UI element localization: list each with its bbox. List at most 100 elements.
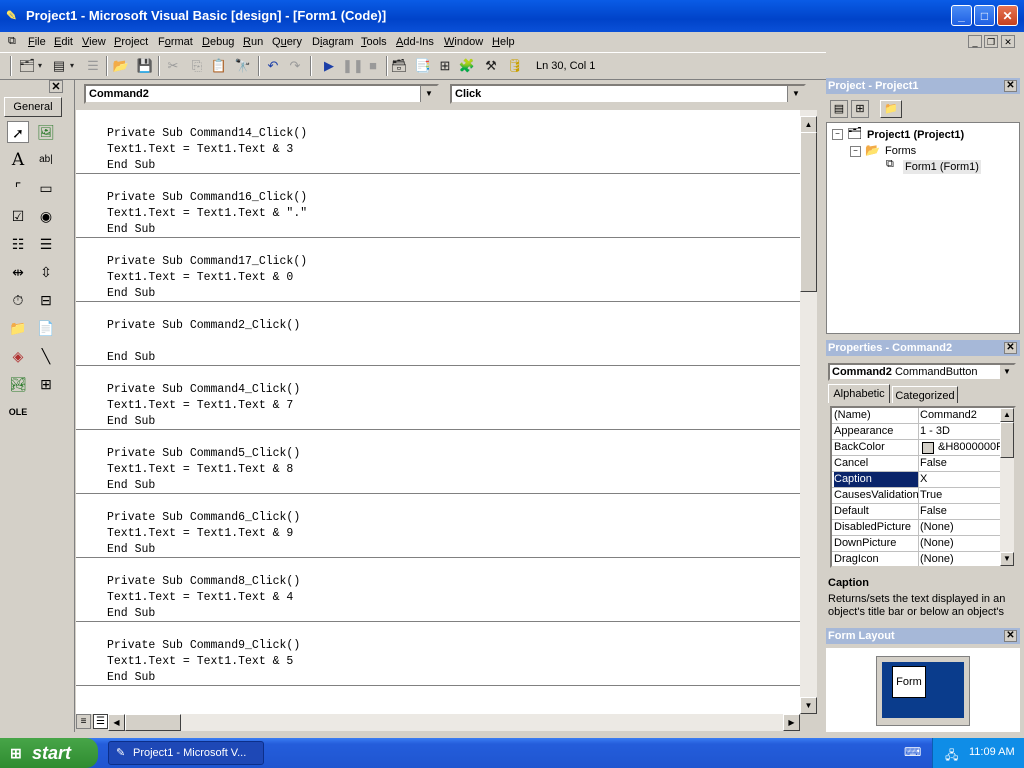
start-button[interactable]: ⊞ start bbox=[0, 738, 98, 768]
toolbar-grip[interactable] bbox=[10, 56, 12, 76]
property-row[interactable]: Caption X bbox=[832, 472, 1000, 488]
code-line[interactable]: Private Sub Command2_Click() bbox=[107, 318, 300, 334]
label-tool-icon[interactable]: A bbox=[7, 149, 29, 171]
full-module-view-icon[interactable]: ☰ bbox=[93, 714, 108, 729]
property-value[interactable]: (None) bbox=[920, 552, 1000, 566]
project-tree[interactable]: − 🗂 Project1 (Project1) − 📂 Forms ⧉ Form… bbox=[826, 122, 1020, 334]
listbox-tool-icon[interactable]: ☰ bbox=[35, 233, 57, 255]
menu-add-ins[interactable]: Add-Ins bbox=[396, 35, 434, 49]
menu-file[interactable]: File bbox=[28, 35, 46, 49]
property-name[interactable]: CausesValidation bbox=[834, 488, 919, 503]
form-layout-window-icon[interactable]: ⊞ bbox=[436, 57, 454, 75]
menu-query[interactable]: Query bbox=[272, 35, 302, 49]
image-tool-icon[interactable]: 🏞 bbox=[7, 373, 29, 395]
property-name[interactable]: Caption bbox=[834, 472, 919, 487]
add-project-dropdown-icon[interactable]: ▾ bbox=[36, 57, 44, 75]
code-procedure[interactable]: Private Sub Command5_Click() Text1.Text =… bbox=[76, 430, 800, 494]
code-line[interactable]: End Sub bbox=[107, 158, 155, 174]
code-line[interactable]: Text1.Text = Text1.Text & 9 bbox=[107, 526, 293, 542]
code-line[interactable]: End Sub bbox=[107, 670, 155, 686]
chevron-down-icon[interactable]: ▼ bbox=[787, 86, 804, 102]
form-layout-close-button[interactable]: ✕ bbox=[1004, 630, 1017, 642]
scroll-down-icon[interactable]: ▼ bbox=[800, 697, 817, 714]
property-name[interactable]: (Name) bbox=[834, 408, 919, 423]
code-procedure[interactable]: Private Sub Command2_Click() End Sub bbox=[76, 302, 800, 366]
scroll-thumb[interactable] bbox=[1000, 422, 1014, 458]
hscroll-thumb[interactable] bbox=[125, 714, 181, 731]
property-row[interactable]: Appearance 1 - 3D bbox=[832, 424, 1000, 440]
vscrollbar-tool-icon[interactable]: ⇳ bbox=[35, 261, 57, 283]
line-tool-icon[interactable]: ╲ bbox=[35, 345, 57, 367]
property-value[interactable]: &H8000000F bbox=[920, 440, 1000, 455]
redo-icon[interactable]: ↷ bbox=[286, 57, 304, 75]
property-name[interactable]: Cancel bbox=[834, 456, 919, 471]
keyboard-icon[interactable]: ⌨ bbox=[904, 745, 921, 759]
code-procedure[interactable]: Private Sub Command14_Click() Text1.Text … bbox=[76, 110, 800, 174]
code-line[interactable]: Text1.Text = Text1.Text & 3 bbox=[107, 142, 293, 158]
properties-grid[interactable]: (Name) Command2 Appearance 1 - 3D BackColor &… bbox=[830, 406, 1016, 568]
menu-project[interactable]: Project bbox=[114, 35, 148, 49]
properties-object-combobox[interactable]: Command2 CommandButton ▼ bbox=[828, 363, 1016, 381]
view-object-icon[interactable]: ⊞ bbox=[851, 100, 869, 118]
code-procedure[interactable]: Private Sub Command6_Click() Text1.Text =… bbox=[76, 494, 800, 558]
code-line[interactable]: Text1.Text = Text1.Text & 4 bbox=[107, 590, 293, 606]
paste-icon[interactable]: 📋 bbox=[210, 57, 228, 75]
mdi-close-button[interactable]: ✕ bbox=[1001, 35, 1015, 48]
pointer-tool-icon[interactable]: ➚ bbox=[7, 121, 29, 143]
code-line[interactable]: Private Sub Command4_Click() bbox=[107, 382, 300, 398]
scroll-thumb[interactable] bbox=[800, 132, 817, 292]
add-project-icon[interactable]: 🗂 bbox=[18, 57, 36, 75]
toolbox-general-tab[interactable]: General bbox=[4, 97, 62, 117]
chevron-down-icon[interactable]: ▼ bbox=[420, 86, 437, 102]
code-line[interactable]: Text1.Text = Text1.Text & "." bbox=[107, 206, 307, 222]
properties-window-icon[interactable]: 📑 bbox=[414, 57, 432, 75]
code-line[interactable]: Private Sub Command6_Click() bbox=[107, 510, 300, 526]
property-row[interactable]: CausesValidation True bbox=[832, 488, 1000, 504]
menu-tools[interactable]: Tools bbox=[361, 35, 387, 49]
title-bar[interactable]: ✎ Project1 - Microsoft Visual Basic [des… bbox=[0, 0, 1024, 32]
code-line[interactable]: End Sub bbox=[107, 478, 155, 494]
checkbox-tool-icon[interactable]: ☑ bbox=[7, 205, 29, 227]
drivelistbox-tool-icon[interactable]: ⊟ bbox=[35, 289, 57, 311]
scroll-left-icon[interactable]: ◀ bbox=[108, 714, 125, 731]
property-name[interactable]: DisabledPicture bbox=[834, 520, 919, 535]
maximize-button[interactable]: □ bbox=[974, 5, 995, 26]
code-line[interactable]: End Sub bbox=[107, 606, 155, 622]
save-project-icon[interactable]: 💾 bbox=[136, 57, 154, 75]
property-name[interactable]: Appearance bbox=[834, 424, 919, 439]
toggle-folders-icon[interactable]: 📁 bbox=[880, 100, 902, 118]
end-icon[interactable]: ■ bbox=[364, 57, 382, 75]
optionbutton-tool-icon[interactable]: ◉ bbox=[35, 205, 57, 227]
start-icon[interactable]: ▶ bbox=[320, 57, 338, 75]
timer-tool-icon[interactable]: ⏱ bbox=[7, 289, 29, 311]
tree-form1[interactable]: Form1 (Form1) bbox=[903, 160, 981, 174]
menu-format[interactable]: Format bbox=[158, 35, 193, 49]
toolbox-icon[interactable]: ⚒ bbox=[482, 57, 500, 75]
mdi-restore-button[interactable]: ❐ bbox=[984, 35, 998, 48]
property-row[interactable]: Cancel False bbox=[832, 456, 1000, 472]
code-line[interactable]: End Sub bbox=[107, 414, 155, 430]
mdi-minimize-button[interactable]: _ bbox=[968, 35, 982, 48]
code-line[interactable]: End Sub bbox=[107, 350, 155, 366]
code-line[interactable]: Text1.Text = Text1.Text & 8 bbox=[107, 462, 293, 478]
code-line[interactable]: Text1.Text = Text1.Text & 5 bbox=[107, 654, 293, 670]
close-button[interactable]: ✕ bbox=[997, 5, 1018, 26]
property-name[interactable]: DragIcon bbox=[834, 552, 919, 566]
code-procedure[interactable]: Private Sub Command9_Click() Text1.Text =… bbox=[76, 622, 800, 686]
property-row[interactable]: BackColor &H8000000F bbox=[832, 440, 1000, 456]
code-procedure[interactable]: Private Sub Command16_Click() Text1.Text … bbox=[76, 174, 800, 238]
property-value[interactable]: 1 - 3D bbox=[920, 424, 1000, 439]
open-project-icon[interactable]: 📂 bbox=[112, 57, 130, 75]
dirlistbox-tool-icon[interactable]: 📁 bbox=[7, 317, 29, 339]
textbox-tool-icon[interactable]: ab| bbox=[35, 149, 57, 171]
code-line[interactable]: End Sub bbox=[107, 222, 155, 238]
menu-window[interactable]: Window bbox=[444, 35, 483, 49]
tree-collapse-icon[interactable]: − bbox=[832, 129, 843, 140]
property-value[interactable]: (None) bbox=[920, 536, 1000, 551]
procedure-combobox[interactable]: Click ▼ bbox=[450, 84, 806, 104]
property-value[interactable]: False bbox=[920, 504, 1000, 519]
tab-categorized[interactable]: Categorized bbox=[892, 386, 958, 403]
code-line[interactable]: Private Sub Command16_Click() bbox=[107, 190, 307, 206]
network-icon[interactable]: 🖧 bbox=[945, 746, 958, 767]
object-combobox[interactable]: Command2 ▼ bbox=[84, 84, 439, 104]
